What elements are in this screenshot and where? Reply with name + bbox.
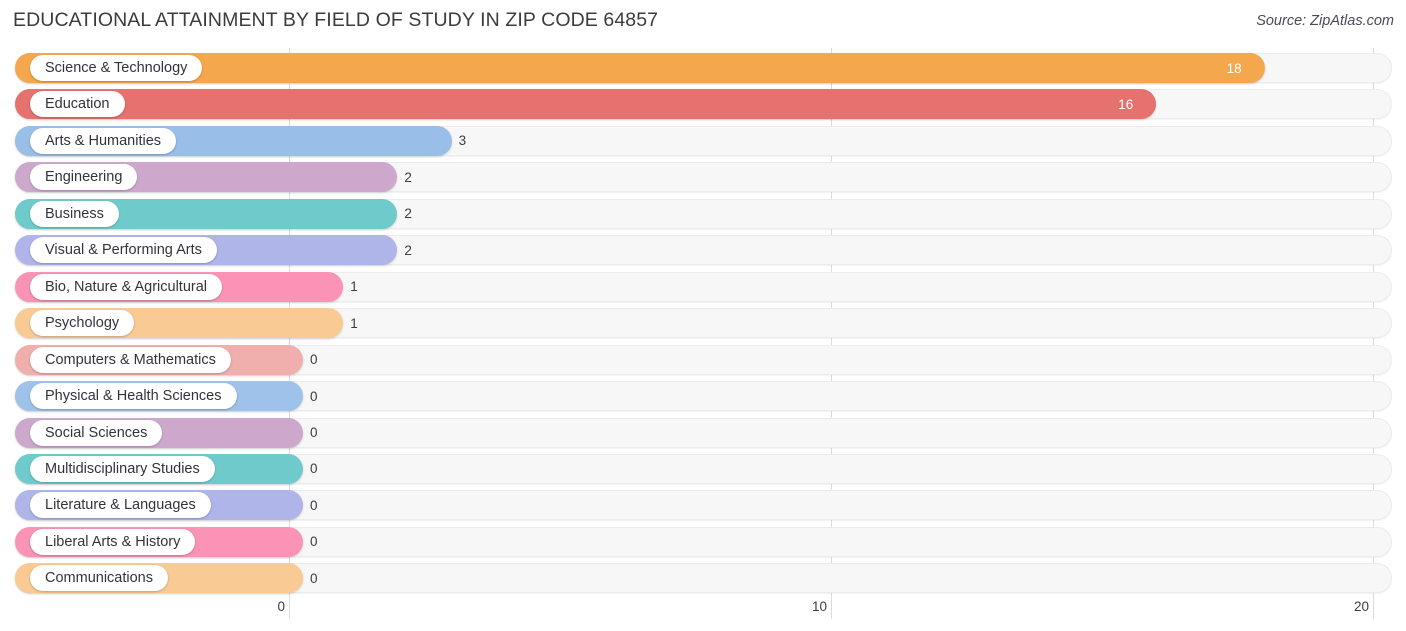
bar-label-pill: Multidisciplinary Studies [30, 455, 215, 482]
chart-row: Multidisciplinary Studies 0 [0, 453, 1406, 484]
chart-row: Social Sciences 0 [0, 417, 1406, 448]
bar-value-label: 0 [310, 461, 318, 477]
x-axis: 0 10 20 [0, 595, 1406, 631]
bar-label-pill: Arts & Humanities [30, 127, 177, 154]
bar-label-pill: Computers & Mathematics [30, 346, 231, 373]
bar-label-pill: Business [30, 200, 119, 227]
bar-label-pill: Engineering [30, 164, 138, 191]
bar-label-pill: Literature & Languages [30, 492, 211, 519]
chart-row: Communications 0 [0, 563, 1406, 594]
chart-row: Computers & Mathematics 0 [0, 344, 1406, 375]
bar-label-pill: Physical & Health Sciences [30, 383, 237, 410]
chart-row: Visual & Performing Arts 2 [0, 235, 1406, 266]
tick-label-0: 0 [277, 599, 285, 614]
bar-value-label: 0 [310, 534, 318, 550]
chart-row: Psychology 1 [0, 308, 1406, 339]
chart-page: EDUCATIONAL ATTAINMENT BY FIELD OF STUDY… [0, 0, 1406, 631]
chart-row: Education 16 [0, 89, 1406, 120]
tick-label-20: 20 [1353, 599, 1369, 614]
page-title: EDUCATIONAL ATTAINMENT BY FIELD OF STUDY… [13, 9, 659, 31]
bar-label-pill: Education [30, 91, 125, 118]
tick-mark-10 [831, 595, 832, 619]
bar-label-pill: Communications [30, 565, 168, 592]
bar-value-label: 2 [404, 169, 412, 185]
bar-value-label: 0 [310, 352, 318, 368]
bar[interactable] [15, 89, 1157, 120]
bar-label-pill: Social Sciences [30, 419, 163, 446]
tick-label-10: 10 [811, 599, 827, 614]
chart-row: Liberal Arts & History 0 [0, 526, 1406, 557]
bar-label-pill: Liberal Arts & History [30, 528, 196, 555]
chart-row: Arts & Humanities 3 [0, 125, 1406, 156]
chart-row: Literature & Languages 0 [0, 490, 1406, 521]
chart-header: EDUCATIONAL ATTAINMENT BY FIELD OF STUDY… [0, 0, 1406, 44]
bar-label-pill: Bio, Nature & Agricultural [30, 273, 222, 300]
bar-label-pill: Visual & Performing Arts [30, 237, 217, 264]
bar-value-label: 1 [350, 279, 358, 295]
bar-value-label: 1 [350, 315, 358, 331]
bar-label-pill: Science & Technology [30, 55, 203, 81]
bar-label-pill: Psychology [30, 310, 135, 337]
source-attribution: Source: ZipAtlas.com [1256, 13, 1394, 29]
bar-value-label: 2 [404, 242, 412, 258]
plot-area: Science & Technology 18 Education 16 Arts & … [0, 44, 1406, 595]
tick-mark-20 [1373, 595, 1374, 619]
bar-value-label: 2 [404, 206, 412, 222]
tick-mark-0 [289, 595, 290, 619]
bar-value-label: 18 [1226, 60, 1242, 76]
bar-value-label: 0 [310, 570, 318, 586]
chart-row: Bio, Nature & Agricultural 1 [0, 271, 1406, 302]
bar-value-label: 16 [1118, 96, 1134, 112]
bar-value-label: 0 [310, 388, 318, 404]
chart-row: Engineering 2 [0, 162, 1406, 193]
bar[interactable] [15, 53, 1265, 83]
chart-row: Science & Technology 18 [0, 53, 1406, 83]
bar-value-label: 0 [310, 425, 318, 440]
chart-row: Business 2 [0, 198, 1406, 229]
chart-row: Physical & Health Sciences 0 [0, 381, 1406, 412]
bar-value-label: 0 [310, 497, 318, 513]
bar-value-label: 3 [458, 133, 467, 149]
